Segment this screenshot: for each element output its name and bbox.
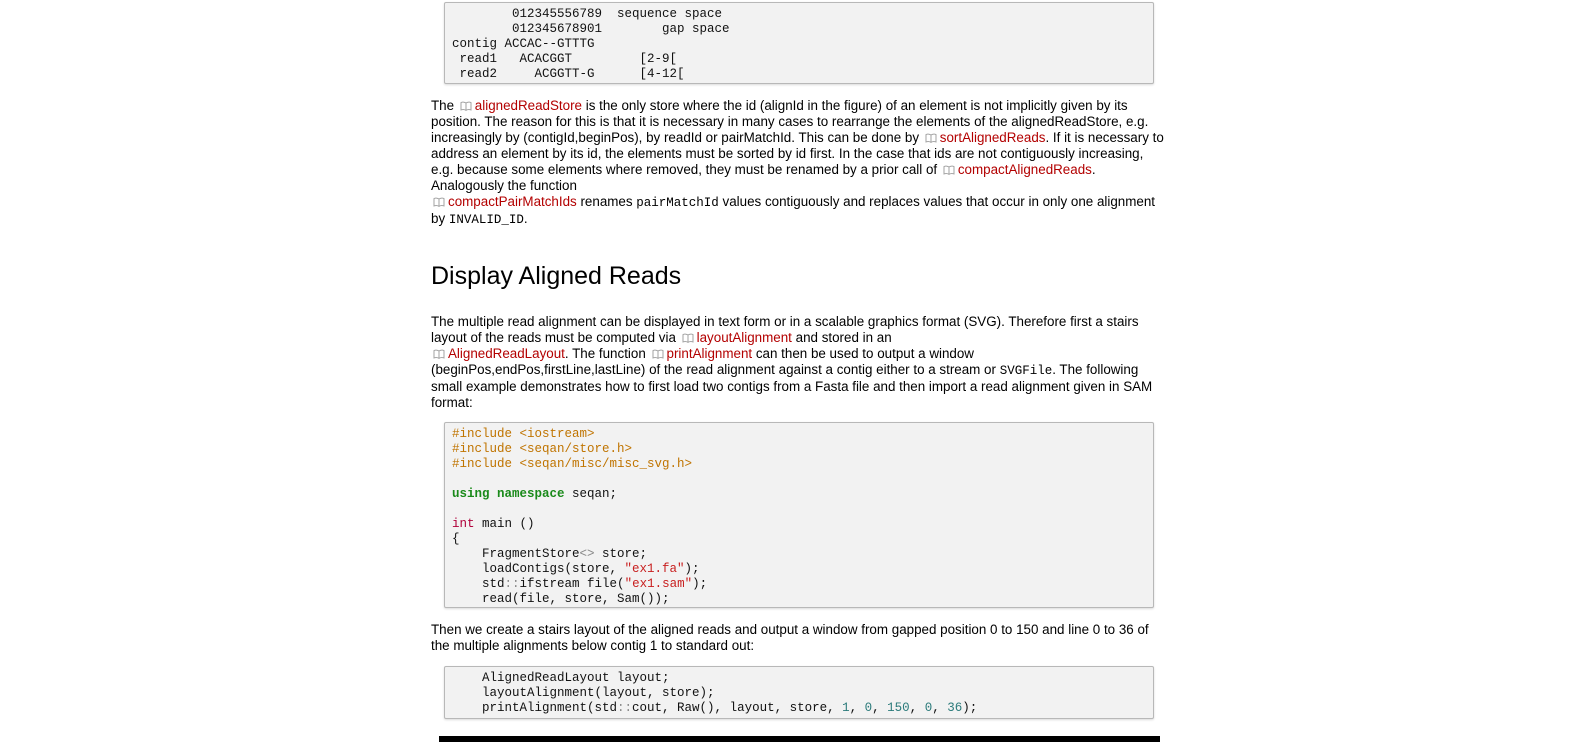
paragraph-aligned-read-store: The alignedReadStore is the only store w… <box>431 98 1164 227</box>
code-line: #include <seqan/store.h> <box>452 442 633 456</box>
paragraph-display-intro: The multiple read alignment can be displ… <box>431 314 1153 410</box>
figure-line: read2 ACGGTT-G [4-12[ <box>452 67 685 81</box>
book-icon <box>433 349 445 359</box>
figure-line: 012345556789 sequence space <box>452 7 723 21</box>
code-line: FragmentStore<> store; <box>452 547 648 561</box>
alignment-figure-block: 012345556789 sequence space 012345678901… <box>444 2 1154 84</box>
inline-code: pairMatchId <box>636 196 719 210</box>
book-icon <box>943 165 955 175</box>
figure-line: 012345678901 gap space <box>452 22 730 36</box>
code-line: read(file, store, Sam()); <box>452 592 670 606</box>
link-printAlignment[interactable]: printAlignment <box>650 346 752 361</box>
link-compactAlignedReads[interactable]: compactAlignedReads <box>941 162 1092 177</box>
inline-code: SVGFile <box>999 364 1053 378</box>
link-compactPairMatchIds[interactable]: compactPairMatchIds <box>431 194 577 209</box>
book-icon <box>925 133 937 143</box>
code-block-load-example: #include <iostream> #include <seqan/stor… <box>444 422 1154 608</box>
book-icon <box>460 101 472 111</box>
code-line: using namespace seqan; <box>452 487 618 501</box>
code-line: layoutAlignment(layout, store); <box>452 686 715 700</box>
code-line: { <box>452 532 460 546</box>
book-icon <box>652 349 664 359</box>
link-alignedReadStore[interactable]: alignedReadStore <box>458 98 582 113</box>
code-line: printAlignment(std::cout, Raw(), layout,… <box>452 701 978 715</box>
link-layoutAlignment[interactable]: layoutAlignment <box>680 330 792 345</box>
link-sortAlignedReads[interactable]: sortAlignedReads <box>923 130 1045 145</box>
code-line: loadContigs(store, "ex1.fa"); <box>452 562 700 576</box>
book-icon <box>682 333 694 343</box>
code-line: std::ifstream file("ex1.sam"); <box>452 577 708 591</box>
inline-code: INVALID_ID <box>448 213 524 227</box>
code-line: #include <seqan/misc/misc_svg.h> <box>452 457 693 471</box>
figure-line: contig ACCAC--GTTTG <box>452 37 595 51</box>
figure-line: read1 ACACGGT [2-9[ <box>452 52 678 66</box>
code-line: #include <iostream> <box>452 427 595 441</box>
code-line: int main () <box>452 517 535 531</box>
book-icon <box>433 197 445 207</box>
code-line: AlignedReadLayout layout; <box>452 671 670 685</box>
section-heading: Display Aligned Reads <box>431 262 682 290</box>
output-panel-edge <box>439 736 1160 742</box>
link-AlignedReadLayout[interactable]: AlignedReadLayout <box>431 346 565 361</box>
code-block-print-alignment: AlignedReadLayout layout; layoutAlignmen… <box>444 666 1154 719</box>
paragraph-stairs-layout: Then we create a stairs layout of the al… <box>431 622 1149 653</box>
